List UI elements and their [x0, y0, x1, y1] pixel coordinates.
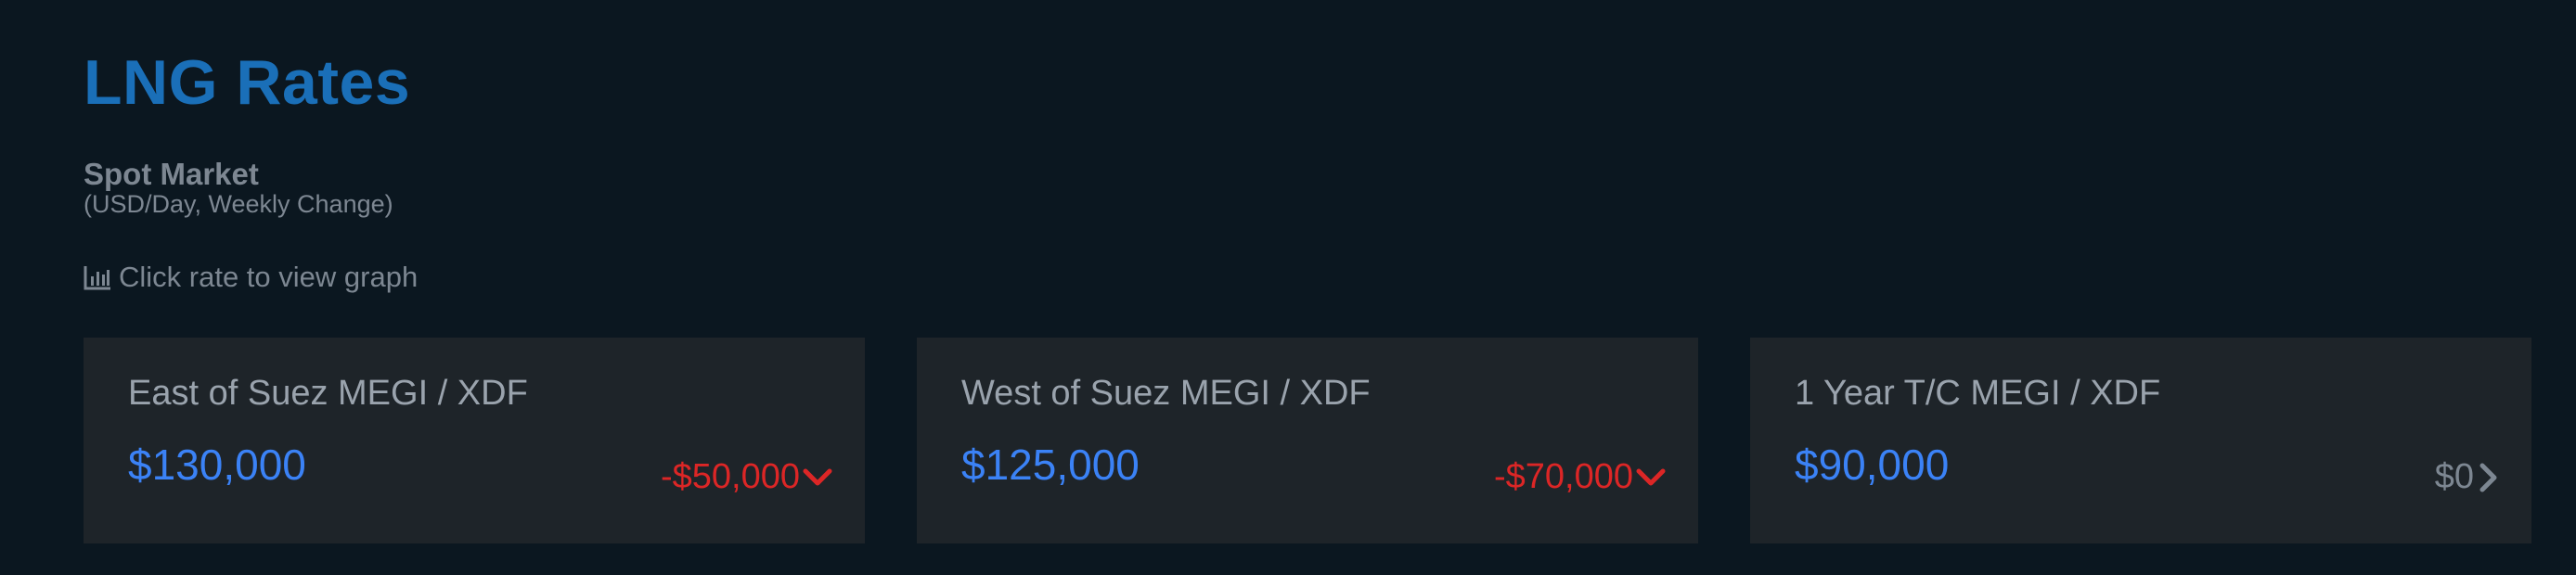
bar-chart-icon — [84, 264, 111, 290]
change-value: $0 — [2434, 457, 2474, 496]
rate-card-value[interactable]: $90,000 — [1795, 441, 1949, 489]
page-title: LNG Rates — [84, 47, 411, 118]
market-subtitle: Spot Market — [84, 157, 259, 191]
rate-card-change: -$70,000 — [1493, 457, 1667, 497]
rate-card-label: 1 Year T/C MEGI / XDF — [1795, 374, 2161, 413]
chevron-right-icon — [2476, 462, 2500, 493]
units-note: (USD/Day, Weekly Change) — [84, 190, 393, 218]
rate-card-label: West of Suez MEGI / XDF — [961, 374, 1371, 413]
rate-card-value[interactable]: $130,000 — [128, 441, 306, 489]
chevron-down-icon — [802, 466, 833, 490]
chevron-down-icon — [1635, 466, 1667, 490]
change-value: -$50,000 — [660, 457, 800, 496]
rate-card-change: $0 — [2434, 457, 2500, 497]
graph-hint-text: Click rate to view graph — [119, 261, 419, 293]
rate-cards: East of Suez MEGI / XDF $130,000 -$50,00… — [84, 338, 2531, 543]
rate-card-value[interactable]: $125,000 — [961, 441, 1140, 489]
change-value: -$70,000 — [1493, 457, 1633, 496]
lng-rates-widget: LNG Rates Spot Market (USD/Day, Weekly C… — [0, 0, 2576, 575]
rate-card-east-of-suez[interactable]: East of Suez MEGI / XDF $130,000 -$50,00… — [84, 338, 865, 543]
graph-hint: Click rate to view graph — [84, 261, 419, 293]
rate-card-1-year-tc[interactable]: 1 Year T/C MEGI / XDF $90,000 $0 — [1750, 338, 2531, 543]
rate-card-change: -$50,000 — [660, 457, 833, 497]
rate-card-label: East of Suez MEGI / XDF — [128, 374, 528, 413]
rate-card-west-of-suez[interactable]: West of Suez MEGI / XDF $125,000 -$70,00… — [917, 338, 1698, 543]
